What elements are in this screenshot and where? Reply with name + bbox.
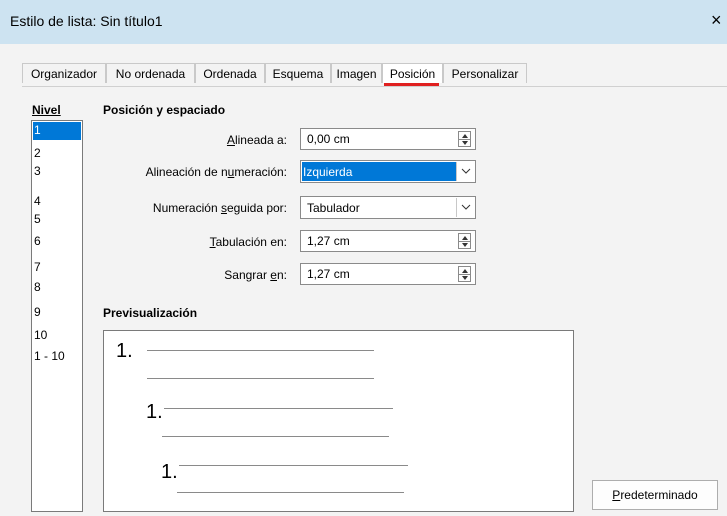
tab-stop-at-spinfield[interactable]: 1,27 cm [300,230,476,252]
tab-personalizar[interactable]: Personalizar [443,63,527,83]
level-item[interactable]: 9 [33,304,81,322]
level-item[interactable]: 8 [33,279,81,297]
numbering-followed-by-value: Tabulador [307,201,360,215]
tab-stop-at-value: 1,27 cm [307,234,350,248]
tabs-divider [22,86,727,87]
section-title-position: Posición y espaciado [103,103,226,117]
numbering-alignment-value: Izquierda [303,165,353,179]
close-icon[interactable]: × [711,10,722,30]
title-bar: Estilo de lista: Sin título1 × [0,0,727,44]
tab-imagen[interactable]: Imagen [331,63,382,83]
tab-esquema[interactable]: Esquema [265,63,331,83]
indent-at-value: 1,27 cm [307,267,350,281]
spin-up-down-icon[interactable] [458,266,471,282]
level-header: Nivel [32,103,61,117]
preview-line [177,492,404,493]
tab-stop-at-label: Tabulación en: [209,235,287,249]
tab-organizador[interactable]: Organizador [22,63,106,83]
level-item[interactable]: 1 [33,122,81,140]
level-item[interactable]: 10 [33,327,81,345]
tab-no-ordenada[interactable]: No ordenada [106,63,195,83]
level-item[interactable]: 1 - 10 [33,348,81,366]
aligned-at-value: 0,00 cm [307,132,350,146]
active-tab-indicator [384,83,439,86]
tab-posicion[interactable]: Posición [382,63,443,83]
chevron-down-icon[interactable] [456,162,474,181]
spin-up-down-icon[interactable] [458,233,471,249]
preview-panel: 1. 1. 1. [103,330,574,512]
level-listbox[interactable]: 1 2 3 4 5 6 7 8 9 10 1 - 10 [31,120,83,512]
preview-line [179,465,408,466]
chevron-down-icon[interactable] [456,198,474,217]
level-item[interactable]: 7 [33,259,81,277]
level-item[interactable]: 5 [33,211,81,229]
aligned-at-spinfield[interactable]: 0,00 cm [300,128,476,150]
preview-number: 1. [146,401,163,423]
numbering-alignment-select[interactable]: Izquierda [300,160,476,183]
spin-up-down-icon[interactable] [458,131,471,147]
level-item[interactable]: 6 [33,233,81,251]
window-title: Estilo de lista: Sin título1 [10,13,163,29]
preview-title: Previsualización [103,306,198,320]
numbering-followed-by-select[interactable]: Tabulador [300,196,476,219]
tab-ordenada[interactable]: Ordenada [195,63,265,83]
level-item[interactable]: 4 [33,193,81,211]
level-item[interactable]: 2 [33,145,81,163]
preview-number: 1. [161,461,178,483]
preview-line [162,436,389,437]
numbering-followed-by-label: Numeración seguida por: [152,201,287,215]
aligned-at-label: Alineada a: [226,133,287,147]
indent-at-spinfield[interactable]: 1,27 cm [300,263,476,285]
numbering-alignment-label: Alineación de numeración: [145,165,287,179]
preview-line [147,350,374,351]
preview-line [164,408,393,409]
default-button[interactable]: Predeterminado [592,480,718,510]
indent-at-label: Sangrar en: [224,268,287,282]
preview-line [147,378,374,379]
preview-number: 1. [116,340,133,362]
level-item[interactable]: 3 [33,163,81,181]
